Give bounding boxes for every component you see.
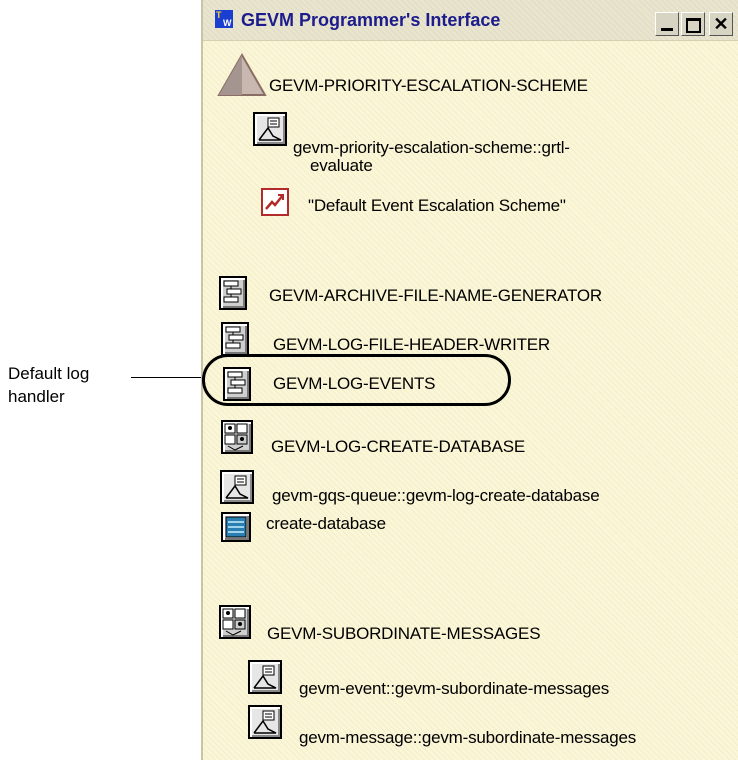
item-label: GEVM-LOG-CREATE-DATABASE [271, 437, 526, 456]
item-label: gevm-event::gevm-subordinate-messages [299, 679, 610, 698]
callout-label: Default log handler [8, 362, 89, 408]
item-gqs-queue-method[interactable]: gevm-gqs-queue::gevm-log-create-database [220, 470, 730, 510]
item-label-line1: gevm-priority-escalation-scheme::grtl- [293, 138, 570, 157]
method-icon [248, 705, 282, 739]
item-message-method[interactable]: gevm-message::gevm-subordinate-messages [248, 705, 738, 747]
procedure-icon [219, 276, 247, 310]
item-label-line2: evaluate [310, 156, 373, 175]
trend-icon [261, 188, 289, 216]
item-grtl-evaluate[interactable]: gevm-priority-escalation-scheme::grtl- e… [253, 112, 703, 182]
item-label: create-database [266, 514, 386, 533]
close-icon: ✕ [713, 14, 729, 34]
programmers-interface-window: T W GEVM Programmer's Interface ✕ GEVM-P… [201, 0, 738, 760]
item-log-events[interactable]: GEVM-LOG-EVENTS [223, 367, 503, 401]
close-button[interactable]: ✕ [709, 12, 733, 36]
triangle-icon [217, 53, 267, 96]
minimize-icon [661, 28, 673, 31]
callout-line1: Default log [8, 364, 90, 383]
item-event-method[interactable]: gevm-event::gevm-subordinate-messages [248, 660, 728, 700]
app-icon[interactable]: T W [215, 10, 233, 28]
item-create-database[interactable]: create-database [221, 512, 481, 548]
item-label: "Default Event Escalation Scheme" [308, 196, 566, 215]
window-title: GEVM Programmer's Interface [241, 10, 501, 30]
item-label: GEVM-SUBORDINATE-MESSAGES [267, 624, 541, 643]
procedure-multi-icon [219, 605, 251, 639]
method-icon [220, 470, 254, 504]
method-icon [248, 660, 282, 694]
item-subordinate-messages[interactable]: GEVM-SUBORDINATE-MESSAGES [219, 605, 639, 645]
item-label: GEVM-LOG-FILE-HEADER-WRITER [273, 335, 551, 354]
item-escalation-scheme[interactable]: GEVM-PRIORITY-ESCALATION-SCHEME [217, 53, 697, 97]
item-label: GEVM-ARCHIVE-FILE-NAME-GENERATOR [269, 286, 603, 305]
item-label: GEVM-LOG-EVENTS [273, 374, 436, 393]
callout-leader-line [131, 377, 202, 378]
window-titlebar[interactable]: T W GEVM Programmer's Interface ✕ [203, 0, 738, 41]
item-archive-file-name-generator[interactable]: GEVM-ARCHIVE-FILE-NAME-GENERATOR [219, 276, 719, 312]
item-label: gevm-gqs-queue::gevm-log-create-database [272, 486, 600, 505]
maximize-button[interactable] [681, 12, 705, 36]
maximize-icon [685, 18, 701, 33]
callout-line2: handler [8, 387, 65, 406]
item-log-file-header-writer[interactable]: GEVM-LOG-FILE-HEADER-WRITER [221, 322, 661, 358]
procedure-multi-icon [221, 420, 253, 454]
database-icon [221, 512, 251, 542]
item-default-escalation-scheme[interactable]: "Default Event Escalation Scheme" [261, 188, 681, 222]
procedure-icon [223, 367, 251, 401]
method-icon [253, 112, 287, 146]
procedure-icon [221, 322, 249, 356]
item-label: GEVM-PRIORITY-ESCALATION-SCHEME [269, 76, 588, 95]
item-log-create-database[interactable]: GEVM-LOG-CREATE-DATABASE [221, 420, 621, 458]
minimize-button[interactable] [655, 12, 679, 36]
item-label: gevm-message::gevm-subordinate-messages [299, 728, 637, 747]
